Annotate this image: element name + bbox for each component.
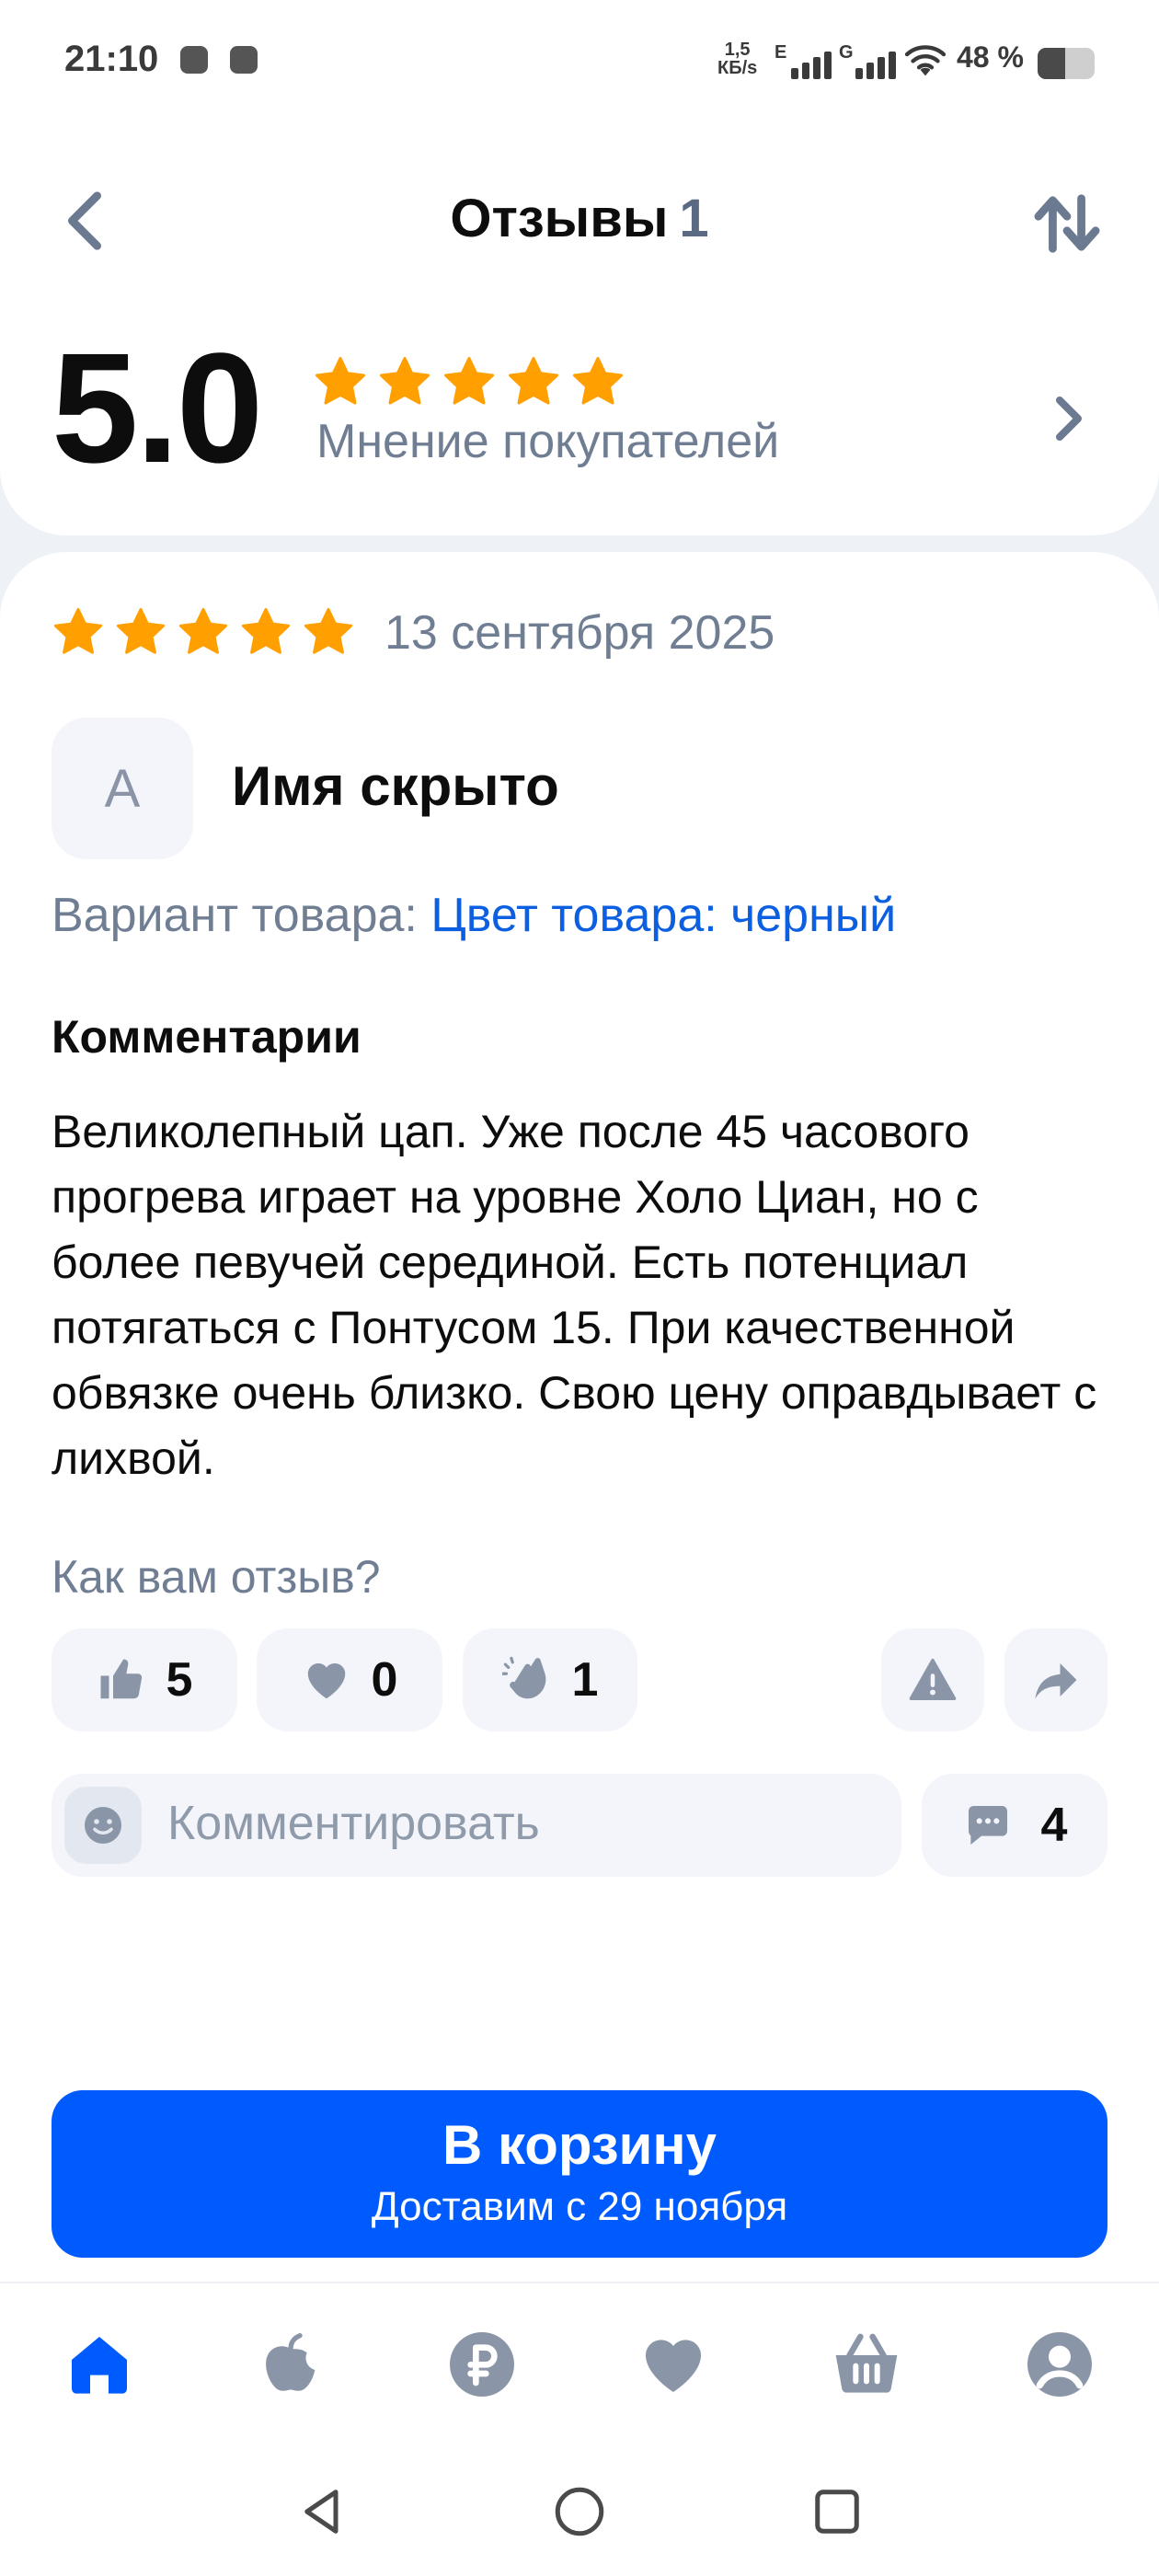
system-home-icon[interactable]	[552, 2484, 607, 2539]
battery-icon	[1038, 48, 1095, 79]
review-count: 1	[679, 189, 709, 248]
average-rating: 5.0	[52, 321, 263, 496]
home-icon[interactable]	[63, 2328, 136, 2401]
ruble-icon[interactable]	[445, 2328, 519, 2401]
shield-icon	[180, 46, 208, 74]
like-button[interactable]: 5	[52, 1628, 237, 1731]
star-icon	[506, 354, 561, 409]
summary-label[interactable]: Мнение покупателей	[316, 414, 779, 469]
battery-percent: 48 %	[957, 40, 1024, 74]
page-title: Отзывы 1	[450, 189, 709, 248]
star-icon	[313, 354, 368, 409]
avatar: А	[52, 718, 193, 859]
comment-count: 4	[1040, 1799, 1068, 1852]
heart-button[interactable]: 0	[257, 1628, 442, 1731]
heart-count: 0	[371, 1653, 398, 1707]
net-speed: 1,5 КБ/s	[717, 40, 758, 78]
wifi-icon	[905, 45, 946, 76]
comments-button[interactable]: 4	[922, 1774, 1107, 1877]
star-icon	[239, 605, 293, 659]
star-icon	[177, 605, 230, 659]
share-icon	[1035, 1663, 1077, 1699]
review-date: 13 сентября 2025	[384, 606, 775, 660]
emoji-icon[interactable]	[64, 1787, 142, 1864]
signal-icon	[791, 46, 839, 79]
heart-icon[interactable]	[637, 2328, 710, 2401]
warning-icon	[909, 1658, 957, 1700]
apple-icon[interactable]	[254, 2328, 327, 2401]
clap-button[interactable]: 1	[463, 1628, 637, 1731]
star-icon	[52, 605, 105, 659]
like-count: 5	[166, 1653, 193, 1707]
comment-bubble-icon	[968, 1806, 1007, 1845]
clap-icon	[501, 1656, 545, 1699]
star-icon	[302, 605, 355, 659]
review-text: Великолепный цап. Уже после 45 часового …	[52, 1106, 1097, 1484]
comments-heading: Комментарии	[52, 1011, 361, 1063]
profile-icon[interactable]	[1023, 2328, 1096, 2401]
comment-placeholder: Комментировать	[167, 1797, 540, 1850]
system-recents-icon[interactable]	[809, 2484, 865, 2539]
thumbs-up-icon	[100, 1659, 142, 1699]
system-back-icon[interactable]	[294, 2484, 350, 2539]
signal-label: G	[839, 42, 854, 63]
star-icon	[442, 354, 497, 409]
summary-stars	[313, 354, 625, 409]
shield-icon	[230, 46, 258, 74]
sort-icon[interactable]	[1030, 191, 1104, 256]
product-variant: Вариант товара: Цвет товара: черный	[52, 888, 896, 943]
clap-count: 1	[571, 1653, 599, 1707]
add-to-cart-label: В корзину	[442, 2114, 717, 2176]
star-icon	[114, 605, 167, 659]
report-button[interactable]	[881, 1628, 984, 1731]
variant-label: Вариант товара:	[52, 889, 418, 942]
bottom-nav	[0, 2282, 1159, 2449]
author-name: Имя скрыто	[232, 755, 559, 817]
review-stars	[52, 605, 355, 659]
delivery-date: Доставим с 29 ноября	[371, 2184, 788, 2229]
share-button[interactable]	[1004, 1628, 1107, 1731]
heart-icon	[307, 1663, 345, 1699]
signal-label: E	[775, 42, 787, 63]
status-time: 21:10	[64, 39, 159, 79]
star-icon	[377, 354, 432, 409]
feedback-prompt: Как вам отзыв?	[52, 1551, 381, 1603]
basket-icon[interactable]	[830, 2328, 903, 2401]
variant-value[interactable]: Цвет товара: черный	[430, 889, 896, 942]
signal-icon	[855, 46, 903, 79]
star-icon	[570, 354, 625, 409]
chevron-right-icon[interactable]	[1049, 391, 1089, 446]
